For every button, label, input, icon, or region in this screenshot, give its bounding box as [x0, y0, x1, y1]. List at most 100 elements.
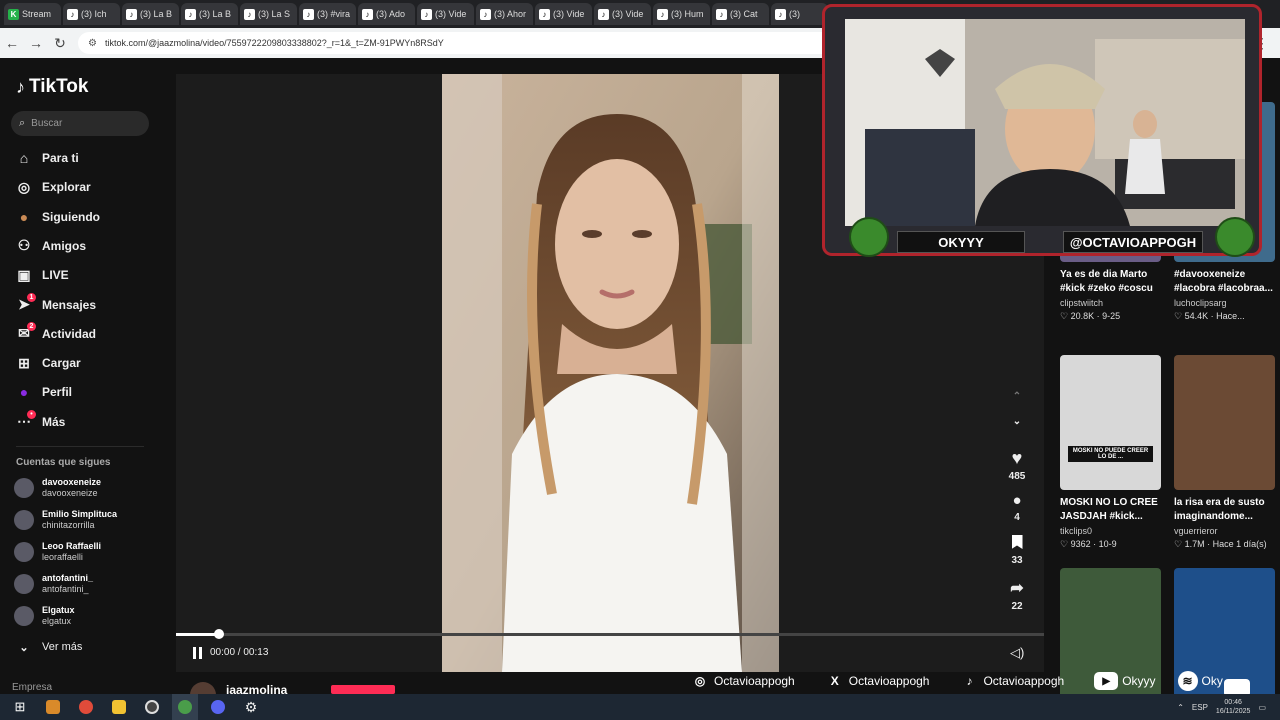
webcam-feed — [845, 19, 1245, 226]
video-progress-bar[interactable] — [176, 633, 1044, 636]
sidebar-item-para-ti[interactable]: ⌂ Para ti — [16, 147, 79, 169]
video-stats: ♡ 54.4K · Hace... — [1174, 311, 1275, 322]
sidebar-item-actividad[interactable]: ✉ 2 Actividad — [16, 321, 96, 345]
volume-icon[interactable]: ◁) — [1010, 645, 1024, 661]
following-account[interactable]: Emilio Simplituca chinitazorrilla — [14, 507, 117, 533]
browser-tab[interactable]: ♪ (3) La S — [240, 3, 297, 25]
file-explorer-icon[interactable] — [106, 694, 132, 720]
language-indicator[interactable]: ESP — [1192, 703, 1208, 712]
related-video-card[interactable]: MOSKI NO PUEDE CREER LO DE ... MOSKI NO L… — [1060, 355, 1161, 550]
sidebar-item-más[interactable]: ⋯ • Más — [16, 409, 65, 433]
discord-icon[interactable] — [205, 694, 231, 720]
settings-gear-icon[interactable]: ⚙ — [238, 694, 264, 720]
forward-icon[interactable]: → — [24, 35, 48, 51]
comment-icon: ● — [1012, 492, 1022, 509]
webcam-scene — [845, 19, 1245, 226]
following-account[interactable]: antofantini_ antofantini_ — [14, 571, 93, 597]
tiktok-favicon-icon: ♪ — [480, 8, 491, 20]
clock[interactable]: 00:46 16/11/2025 — [1216, 698, 1251, 716]
following-account[interactable]: davooxeneize davooxeneize — [14, 475, 101, 501]
chrome-active-icon[interactable] — [172, 694, 198, 720]
tab-title: (3) Vide — [553, 9, 585, 19]
tiktok-favicon-icon: ♪ — [421, 8, 432, 20]
following-account[interactable]: Elgatux elgatux — [14, 603, 75, 629]
site-info-icon[interactable]: ⚙ — [88, 38, 97, 49]
video-title[interactable]: Ya es de dia Marto #kick #zeko #coscu — [1060, 268, 1161, 296]
tiktok-favicon-icon: ♪ — [303, 8, 314, 20]
share-button[interactable]: ➦ 22 — [1006, 578, 1028, 612]
sidebar-item-label: LIVE — [42, 268, 69, 283]
like-button[interactable]: ♥ 485 — [1006, 448, 1028, 482]
sidebar-item-amigos[interactable]: ⚇ Amigos — [16, 235, 86, 257]
tab-title: (3) — [789, 9, 800, 19]
browser-tab[interactable]: ♪ (3) La B — [122, 3, 179, 25]
follow-button[interactable] — [331, 685, 395, 694]
browser-tab[interactable]: ♪ (3) Ado — [358, 3, 415, 25]
address-bar[interactable]: ⚙ tiktok.com/@jaazmolina/video/755972220… — [78, 32, 838, 54]
see-more-button[interactable]: ⌄ Ver más — [16, 636, 82, 658]
browser-tab[interactable]: ♪ (3) Vide — [417, 3, 474, 25]
video-author[interactable]: luchoclipsarg — [1174, 298, 1275, 308]
social-handle-label: Oky — [1201, 674, 1223, 688]
frog-mascot-icon-right — [1215, 217, 1255, 257]
video-title[interactable]: #davooxeneize #lacobra #lacobraa... — [1174, 268, 1275, 296]
obs-icon[interactable] — [139, 694, 165, 720]
browser-tab[interactable]: ♪ (3) Ich — [63, 3, 120, 25]
sidebar-item-cargar[interactable]: ⊞ Cargar — [16, 352, 81, 374]
video-thumbnail[interactable] — [1174, 355, 1275, 490]
tiktok-favicon-icon: ♪ — [657, 8, 668, 20]
social-handle: ≋ Oky — [1177, 671, 1223, 691]
tiktok-favicon-icon: ♪ — [185, 8, 196, 20]
back-icon[interactable]: ← — [0, 35, 24, 51]
browser-tab[interactable]: ♪ (3) Cat — [712, 3, 769, 25]
video-author[interactable]: tikclips0 — [1060, 526, 1161, 536]
tray-chevron-icon[interactable]: ⌃ — [1177, 703, 1184, 712]
video-author[interactable]: clipstwiitch — [1060, 298, 1161, 308]
sidebar-item-siguiendo[interactable]: ● Siguiendo — [16, 206, 100, 228]
tiktok-favicon-icon: ♪ — [716, 8, 727, 20]
sidebar-item-mensajes[interactable]: ➤ 1 Mensajes — [16, 292, 96, 316]
reload-icon[interactable]: ↻ — [48, 35, 72, 52]
browser-tab[interactable]: ♪ (3) Vide — [535, 3, 592, 25]
browser-tab[interactable]: ♪ (3) Ahor — [476, 3, 533, 25]
save-button[interactable]: 33 — [1006, 535, 1028, 566]
browser-tab[interactable]: ♪ (3) Hum — [653, 3, 710, 25]
prev-video-button[interactable]: ⌃ — [1006, 391, 1028, 402]
windows-start-icon[interactable]: ⊞ — [7, 694, 33, 720]
chrome-icon[interactable] — [73, 694, 99, 720]
video-title[interactable]: la risa era de susto imaginandome... — [1174, 496, 1275, 524]
search-input[interactable]: ⌕ Buscar — [11, 111, 149, 136]
comment-button[interactable]: ● 4 — [1006, 492, 1028, 523]
video-player[interactable] — [442, 74, 779, 672]
sidebar-item-live[interactable]: ▣ LIVE — [16, 264, 69, 286]
video-thumbnail[interactable]: MOSKI NO PUEDE CREER LO DE ... — [1060, 355, 1161, 490]
media-player-icon[interactable] — [40, 694, 66, 720]
following-account[interactable]: Leoo Raffaelli leoraffaelli — [14, 539, 101, 565]
comment-count: 4 — [1014, 512, 1020, 523]
messages-icon: ➤ 1 — [16, 292, 36, 313]
tab-title: (3) Ahor — [494, 9, 527, 19]
sidebar-item-explorar[interactable]: ◎ Explorar — [16, 176, 91, 198]
browser-tab[interactable]: ♪ (3) La B — [181, 3, 238, 25]
pause-icon — [192, 647, 196, 659]
windows-taskbar: ⊞ ⚙ ⌃ ESP 00:46 16/11/2025 ▭ — [0, 694, 1280, 720]
notification-icon[interactable]: ▭ — [1258, 703, 1266, 712]
video-author[interactable]: vguerrieror — [1174, 526, 1275, 536]
browser-tab[interactable]: ♪ (3) #vira — [299, 3, 356, 25]
pause-button[interactable] — [190, 647, 204, 661]
next-video-button[interactable]: ⌄ — [1006, 416, 1028, 427]
related-video-card[interactable]: la risa era de susto imaginandome... vgue… — [1174, 355, 1275, 550]
tab-title: Stream — [22, 9, 52, 19]
browser-tab[interactable]: ♪ (3) — [771, 3, 828, 25]
video-title[interactable]: MOSKI NO LO CREE JASDJAH #kick... — [1060, 496, 1161, 524]
tab-title: (3) La S — [258, 9, 291, 19]
tab-title: (3) Cat — [730, 9, 758, 19]
browser-tab[interactable]: ♪ (3) Vide — [594, 3, 651, 25]
overlay-name-right: @OCTAVIOAPPOGH — [1063, 231, 1203, 253]
tiktok-logo[interactable]: ♪ TikTok — [16, 76, 88, 98]
footer-company-link[interactable]: Empresa — [12, 682, 52, 693]
sidebar-item-perfil[interactable]: ● Perfil — [16, 381, 72, 403]
social-handle: ♪ Octavioappogh — [959, 671, 1064, 691]
sidebar-divider — [16, 446, 144, 447]
browser-tab[interactable]: K Stream — [4, 3, 61, 25]
